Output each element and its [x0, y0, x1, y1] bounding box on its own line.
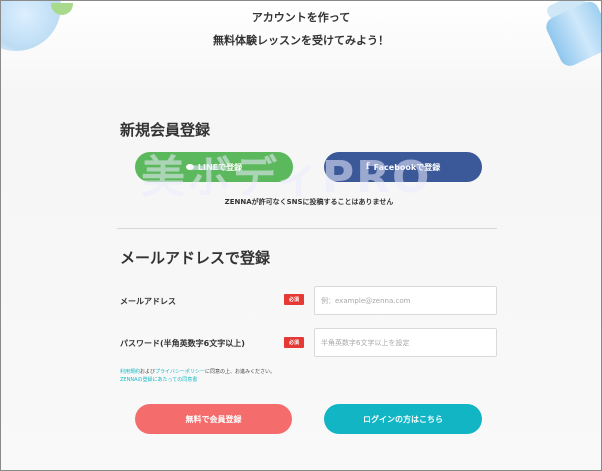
- required-badge: 必須: [284, 294, 304, 305]
- privacy-policy-link[interactable]: プライバシーポリシー: [155, 369, 205, 375]
- facebook-signup-button[interactable]: f Facebookで登録: [324, 152, 482, 182]
- free-signup-button[interactable]: 無料で会員登録: [135, 404, 292, 434]
- terms-text: に同意の上、お進みください。: [204, 369, 275, 375]
- section-divider: [117, 228, 497, 229]
- line-icon: [185, 164, 194, 170]
- terms-notice: 利用規約およびプライバシーポリシーに同意の上、お進みください。 ZENNAの登録…: [120, 368, 275, 384]
- login-button[interactable]: ログインの方はこちら: [324, 404, 482, 434]
- line-signup-button[interactable]: LINEで登録: [135, 152, 293, 182]
- facebook-icon: f: [365, 162, 370, 172]
- email-signup-title: メールアドレスで登録: [120, 249, 271, 267]
- page-frame: アカウントを作って 無料体験レッスンを受けてみよう！ 新規会員登録 LINEで登…: [0, 0, 602, 471]
- consent-form-link[interactable]: ZENNAの登録にあたっての同意書: [120, 377, 197, 383]
- required-badge: 必須: [284, 337, 304, 348]
- sns-privacy-note: ZENNAが許可なくSNSに投稿することはありません: [224, 198, 394, 206]
- line-signup-label: LINEで登録: [197, 162, 243, 172]
- facebook-signup-label: Facebookで登録: [373, 162, 441, 172]
- hero-heading-line1: アカウントを作って: [251, 11, 351, 24]
- password-input[interactable]: [314, 328, 497, 357]
- password-label: パスワード(半角英数字6文字以上): [120, 339, 245, 348]
- email-label: メールアドレス: [120, 297, 176, 306]
- sns-signup-title: 新規会員登録: [120, 121, 211, 139]
- email-input[interactable]: [314, 286, 497, 315]
- terms-of-service-link[interactable]: 利用規約: [120, 369, 140, 375]
- hero-heading-line2: 無料体験レッスンを受けてみよう！: [213, 34, 389, 47]
- terms-text: および: [140, 369, 156, 375]
